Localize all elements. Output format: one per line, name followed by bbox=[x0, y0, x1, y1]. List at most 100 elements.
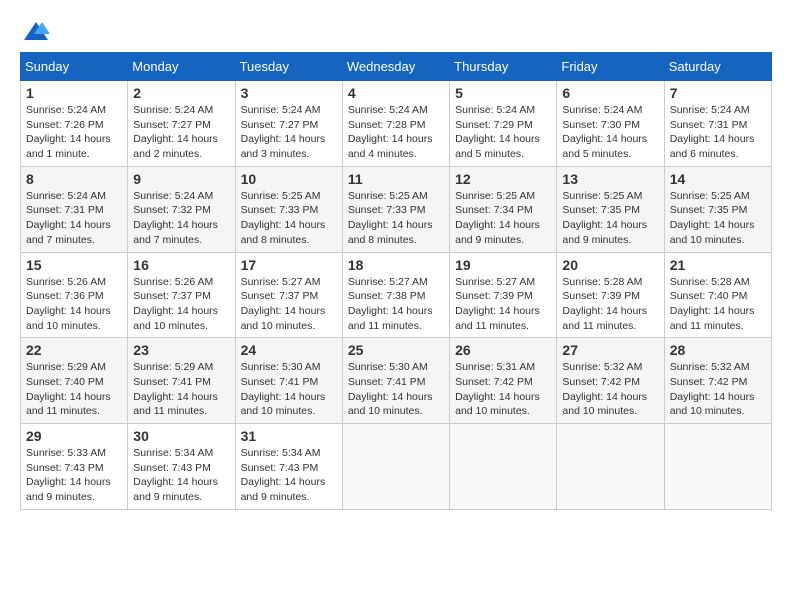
day-info: Sunrise: 5:28 AMSunset: 7:39 PMDaylight:… bbox=[562, 275, 658, 334]
logo-icon bbox=[22, 20, 50, 42]
calendar-table: SundayMondayTuesdayWednesdayThursdayFrid… bbox=[20, 52, 772, 510]
calendar-cell: 19 Sunrise: 5:27 AMSunset: 7:39 PMDayligh… bbox=[450, 252, 557, 338]
day-info: Sunrise: 5:25 AMSunset: 7:33 PMDaylight:… bbox=[348, 189, 444, 248]
header-cell-monday: Monday bbox=[128, 53, 235, 81]
day-info: Sunrise: 5:26 AMSunset: 7:37 PMDaylight:… bbox=[133, 275, 229, 334]
calendar-cell: 29 Sunrise: 5:33 AMSunset: 7:43 PMDayligh… bbox=[21, 424, 128, 510]
day-info: Sunrise: 5:27 AMSunset: 7:38 PMDaylight:… bbox=[348, 275, 444, 334]
day-info: Sunrise: 5:33 AMSunset: 7:43 PMDaylight:… bbox=[26, 446, 122, 505]
day-number: 6 bbox=[562, 85, 658, 101]
header-cell-thursday: Thursday bbox=[450, 53, 557, 81]
calendar-cell: 16 Sunrise: 5:26 AMSunset: 7:37 PMDayligh… bbox=[128, 252, 235, 338]
day-info: Sunrise: 5:24 AMSunset: 7:32 PMDaylight:… bbox=[133, 189, 229, 248]
day-number: 31 bbox=[241, 428, 337, 444]
week-row-1: 1Sunrise: 5:24 AMSunset: 7:26 PMDaylight… bbox=[21, 81, 772, 167]
day-number: 19 bbox=[455, 257, 551, 273]
week-row-4: 22 Sunrise: 5:29 AMSunset: 7:40 PMDayligh… bbox=[21, 338, 772, 424]
day-info: Sunrise: 5:30 AMSunset: 7:41 PMDaylight:… bbox=[348, 360, 444, 419]
page-header bbox=[20, 20, 772, 42]
calendar-cell bbox=[342, 424, 449, 510]
week-row-2: 8Sunrise: 5:24 AMSunset: 7:31 PMDaylight… bbox=[21, 166, 772, 252]
day-info: Sunrise: 5:24 AMSunset: 7:26 PMDaylight:… bbox=[26, 103, 122, 162]
calendar-cell: 7 Sunrise: 5:24 AMSunset: 7:31 PMDaylight… bbox=[664, 81, 771, 167]
day-number: 20 bbox=[562, 257, 658, 273]
day-info: Sunrise: 5:31 AMSunset: 7:42 PMDaylight:… bbox=[455, 360, 551, 419]
day-info: Sunrise: 5:28 AMSunset: 7:40 PMDaylight:… bbox=[670, 275, 766, 334]
day-number: 13 bbox=[562, 171, 658, 187]
day-info: Sunrise: 5:24 AMSunset: 7:28 PMDaylight:… bbox=[348, 103, 444, 162]
day-number: 9 bbox=[133, 171, 229, 187]
day-info: Sunrise: 5:29 AMSunset: 7:40 PMDaylight:… bbox=[26, 360, 122, 419]
calendar-cell bbox=[450, 424, 557, 510]
calendar-cell: 10 Sunrise: 5:25 AMSunset: 7:33 PMDayligh… bbox=[235, 166, 342, 252]
day-number: 24 bbox=[241, 342, 337, 358]
calendar-cell: 12 Sunrise: 5:25 AMSunset: 7:34 PMDayligh… bbox=[450, 166, 557, 252]
calendar-cell: 1Sunrise: 5:24 AMSunset: 7:26 PMDaylight… bbox=[21, 81, 128, 167]
day-info: Sunrise: 5:25 AMSunset: 7:34 PMDaylight:… bbox=[455, 189, 551, 248]
calendar-cell: 2 Sunrise: 5:24 AMSunset: 7:27 PMDaylight… bbox=[128, 81, 235, 167]
header-row: SundayMondayTuesdayWednesdayThursdayFrid… bbox=[21, 53, 772, 81]
day-number: 11 bbox=[348, 171, 444, 187]
day-number: 4 bbox=[348, 85, 444, 101]
day-number: 28 bbox=[670, 342, 766, 358]
calendar-cell: 31Sunrise: 5:34 AMSunset: 7:43 PMDayligh… bbox=[235, 424, 342, 510]
day-number: 15 bbox=[26, 257, 122, 273]
day-info: Sunrise: 5:26 AMSunset: 7:36 PMDaylight:… bbox=[26, 275, 122, 334]
day-info: Sunrise: 5:25 AMSunset: 7:33 PMDaylight:… bbox=[241, 189, 337, 248]
calendar-cell: 24 Sunrise: 5:30 AMSunset: 7:41 PMDayligh… bbox=[235, 338, 342, 424]
header-cell-saturday: Saturday bbox=[664, 53, 771, 81]
day-number: 10 bbox=[241, 171, 337, 187]
calendar-cell: 6 Sunrise: 5:24 AMSunset: 7:30 PMDaylight… bbox=[557, 81, 664, 167]
day-number: 14 bbox=[670, 171, 766, 187]
header-cell-wednesday: Wednesday bbox=[342, 53, 449, 81]
day-info: Sunrise: 5:34 AMSunset: 7:43 PMDaylight:… bbox=[133, 446, 229, 505]
day-info: Sunrise: 5:27 AMSunset: 7:39 PMDaylight:… bbox=[455, 275, 551, 334]
calendar-cell: 25 Sunrise: 5:30 AMSunset: 7:41 PMDayligh… bbox=[342, 338, 449, 424]
day-number: 18 bbox=[348, 257, 444, 273]
day-info: Sunrise: 5:25 AMSunset: 7:35 PMDaylight:… bbox=[670, 189, 766, 248]
day-info: Sunrise: 5:24 AMSunset: 7:31 PMDaylight:… bbox=[26, 189, 122, 248]
day-number: 27 bbox=[562, 342, 658, 358]
day-number: 25 bbox=[348, 342, 444, 358]
day-info: Sunrise: 5:27 AMSunset: 7:37 PMDaylight:… bbox=[241, 275, 337, 334]
day-number: 21 bbox=[670, 257, 766, 273]
calendar-cell: 5Sunrise: 5:24 AMSunset: 7:29 PMDaylight… bbox=[450, 81, 557, 167]
calendar-cell: 4 Sunrise: 5:24 AMSunset: 7:28 PMDaylight… bbox=[342, 81, 449, 167]
logo bbox=[20, 20, 52, 42]
day-number: 7 bbox=[670, 85, 766, 101]
day-number: 26 bbox=[455, 342, 551, 358]
day-info: Sunrise: 5:24 AMSunset: 7:27 PMDaylight:… bbox=[133, 103, 229, 162]
calendar-cell: 3 Sunrise: 5:24 AMSunset: 7:27 PMDaylight… bbox=[235, 81, 342, 167]
day-info: Sunrise: 5:25 AMSunset: 7:35 PMDaylight:… bbox=[562, 189, 658, 248]
day-info: Sunrise: 5:24 AMSunset: 7:31 PMDaylight:… bbox=[670, 103, 766, 162]
calendar-cell: 17 Sunrise: 5:27 AMSunset: 7:37 PMDayligh… bbox=[235, 252, 342, 338]
calendar-cell bbox=[664, 424, 771, 510]
header-cell-tuesday: Tuesday bbox=[235, 53, 342, 81]
calendar-cell: 15 Sunrise: 5:26 AMSunset: 7:36 PMDayligh… bbox=[21, 252, 128, 338]
calendar-cell: 14 Sunrise: 5:25 AMSunset: 7:35 PMDayligh… bbox=[664, 166, 771, 252]
calendar-cell bbox=[557, 424, 664, 510]
calendar-cell: 26 Sunrise: 5:31 AMSunset: 7:42 PMDayligh… bbox=[450, 338, 557, 424]
header-cell-friday: Friday bbox=[557, 53, 664, 81]
week-row-3: 15 Sunrise: 5:26 AMSunset: 7:36 PMDayligh… bbox=[21, 252, 772, 338]
day-number: 17 bbox=[241, 257, 337, 273]
header-cell-sunday: Sunday bbox=[21, 53, 128, 81]
day-number: 30 bbox=[133, 428, 229, 444]
day-number: 23 bbox=[133, 342, 229, 358]
calendar-cell: 27 Sunrise: 5:32 AMSunset: 7:42 PMDayligh… bbox=[557, 338, 664, 424]
calendar-cell: 30 Sunrise: 5:34 AMSunset: 7:43 PMDayligh… bbox=[128, 424, 235, 510]
day-number: 2 bbox=[133, 85, 229, 101]
calendar-cell: 23 Sunrise: 5:29 AMSunset: 7:41 PMDayligh… bbox=[128, 338, 235, 424]
calendar-cell: 13 Sunrise: 5:25 AMSunset: 7:35 PMDayligh… bbox=[557, 166, 664, 252]
day-number: 22 bbox=[26, 342, 122, 358]
day-number: 3 bbox=[241, 85, 337, 101]
day-info: Sunrise: 5:24 AMSunset: 7:27 PMDaylight:… bbox=[241, 103, 337, 162]
day-number: 16 bbox=[133, 257, 229, 273]
day-info: Sunrise: 5:24 AMSunset: 7:29 PMDaylight:… bbox=[455, 103, 551, 162]
day-info: Sunrise: 5:30 AMSunset: 7:41 PMDaylight:… bbox=[241, 360, 337, 419]
day-info: Sunrise: 5:32 AMSunset: 7:42 PMDaylight:… bbox=[562, 360, 658, 419]
day-info: Sunrise: 5:29 AMSunset: 7:41 PMDaylight:… bbox=[133, 360, 229, 419]
day-info: Sunrise: 5:24 AMSunset: 7:30 PMDaylight:… bbox=[562, 103, 658, 162]
day-number: 29 bbox=[26, 428, 122, 444]
day-number: 12 bbox=[455, 171, 551, 187]
